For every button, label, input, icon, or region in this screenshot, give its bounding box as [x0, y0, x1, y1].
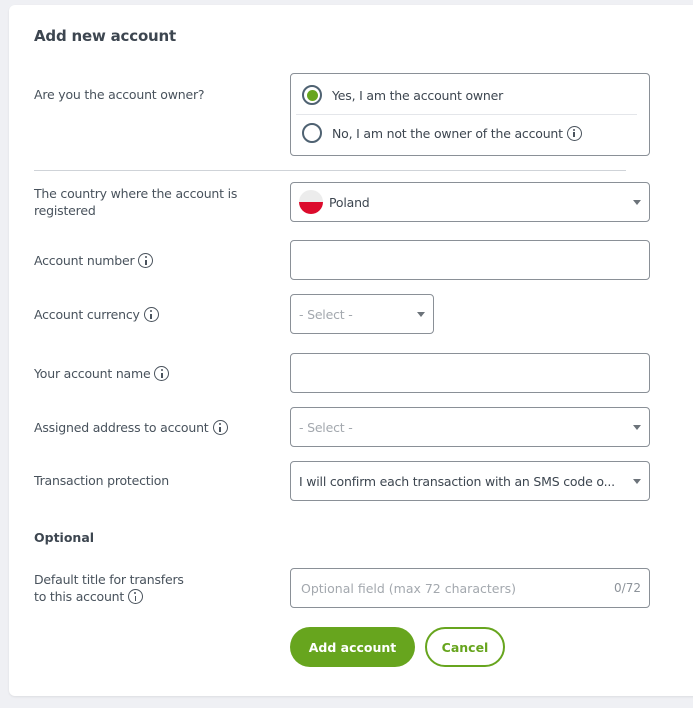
- default-title-label: Default title for transfers to this acco…: [34, 571, 184, 605]
- section-divider: [34, 170, 626, 171]
- default-title-input[interactable]: [291, 569, 649, 607]
- chevron-down-icon: [417, 312, 425, 317]
- address-label: Assigned address to account: [34, 419, 228, 436]
- radio-checked-icon[interactable]: [302, 85, 322, 105]
- account-name-label-text: Your account name: [34, 366, 151, 381]
- info-icon[interactable]: [212, 420, 228, 435]
- account-number-label-text: Account number: [34, 253, 135, 268]
- currency-label: Account currency: [34, 306, 159, 323]
- protection-value: I will confirm each transaction with an …: [299, 473, 615, 489]
- currency-select[interactable]: - Select -: [290, 294, 434, 334]
- optional-section-title: Optional: [34, 530, 95, 545]
- radio-label-no: No, I am not the owner of the account: [332, 125, 563, 141]
- poland-flag-icon: [299, 190, 323, 214]
- info-icon[interactable]: [566, 125, 582, 141]
- radio-option-owner-no[interactable]: No, I am not the owner of the account: [291, 114, 649, 152]
- chevron-down-icon: [633, 200, 641, 205]
- country-label: The country where the account is registe…: [34, 186, 238, 218]
- add-account-button[interactable]: Add account: [290, 627, 415, 667]
- address-label-text: Assigned address to account: [34, 420, 209, 435]
- radio-unchecked-icon[interactable]: [302, 123, 322, 143]
- country-select[interactable]: Poland: [290, 182, 650, 222]
- protection-label: Transaction protection: [34, 473, 169, 488]
- owner-radio-group: Yes, I am the account owner No, I am not…: [290, 73, 650, 156]
- info-icon[interactable]: [138, 253, 154, 268]
- account-number-input[interactable]: [291, 241, 649, 279]
- radio-option-owner-yes[interactable]: Yes, I am the account owner: [291, 76, 649, 114]
- address-select[interactable]: - Select -: [290, 407, 650, 447]
- country-value: Poland: [329, 194, 370, 210]
- default-title-field[interactable]: 0/72: [290, 568, 650, 608]
- protection-select[interactable]: I will confirm each transaction with an …: [290, 461, 650, 501]
- character-counter: 0/72: [614, 581, 641, 595]
- radio-label-yes: Yes, I am the account owner: [332, 87, 504, 103]
- currency-placeholder: - Select -: [299, 306, 353, 322]
- account-number-label: Account number: [34, 252, 154, 269]
- default-title-label-line2: to this account: [34, 589, 125, 604]
- default-title-label-line1: Default title for transfers: [34, 572, 184, 587]
- page-title: Add new account: [34, 27, 176, 45]
- chevron-down-icon: [633, 425, 641, 430]
- currency-label-text: Account currency: [34, 307, 140, 322]
- account-name-input[interactable]: [291, 354, 649, 392]
- info-icon[interactable]: [154, 366, 170, 381]
- owner-question-label: Are you the account owner?: [34, 87, 205, 102]
- account-name-field[interactable]: [290, 353, 650, 393]
- account-number-field[interactable]: [290, 240, 650, 280]
- account-name-label: Your account name: [34, 365, 170, 382]
- address-placeholder: - Select -: [299, 419, 353, 435]
- cancel-button[interactable]: Cancel: [425, 627, 505, 667]
- info-icon[interactable]: [128, 589, 144, 604]
- chevron-down-icon: [633, 479, 641, 484]
- info-icon[interactable]: [143, 307, 159, 322]
